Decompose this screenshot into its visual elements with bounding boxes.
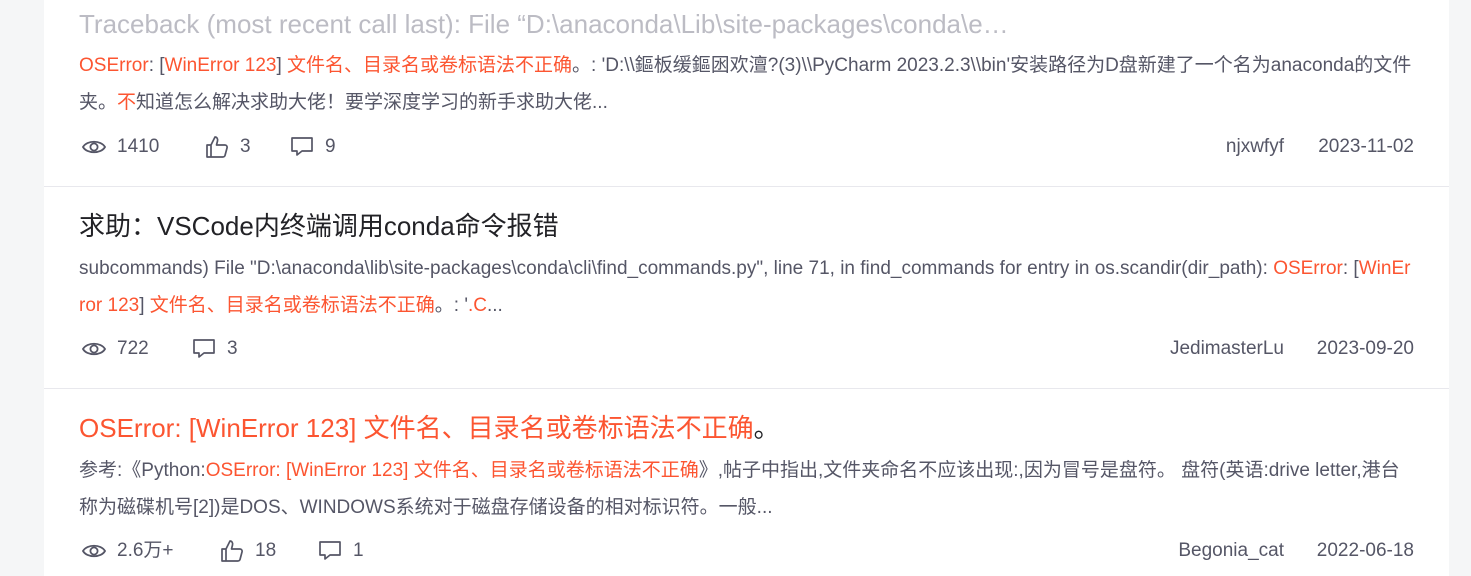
author-link[interactable]: JedimasterLu (1170, 334, 1284, 364)
keyword-highlight: 文件名、目录名或卷标语法不正确 (287, 55, 573, 76)
comment-icon (317, 538, 343, 564)
comment-icon (289, 134, 315, 160)
search-results-panel: Traceback (most recent call last): File … (44, 0, 1449, 576)
keyword-highlight: OSError (1273, 258, 1343, 279)
result-meta: 722 3 JedimasterLu 2023-09-20 (79, 334, 1414, 364)
keyword-highlight: OSError (79, 55, 149, 76)
result-meta: 2.6万+ 18 1 Begonia_cat 2022-06-18 (79, 536, 1414, 566)
snippet-text: ... (486, 295, 503, 316)
post-date: 2023-09-20 (1316, 338, 1414, 359)
result-item[interactable]: 求助：VSCode内终端调用conda命令报错 subcommands) Fil… (44, 187, 1449, 388)
author-link[interactable]: Begonia_cat (1178, 536, 1284, 566)
result-title[interactable]: Traceback (most recent call last): File … (79, 7, 1009, 41)
comment-button[interactable]: 1 (317, 536, 364, 566)
result-snippet: subcommands) File "D:\anaconda\lib\site-… (79, 250, 1415, 324)
view-count: 1410 (81, 132, 159, 162)
result-item[interactable]: OSError: [WinError 123] 文件名、目录名或卷标语法不正确。… (44, 389, 1449, 576)
result-snippet: 参考:《Python:OSError: [WinError 123] 文件名、目… (79, 452, 1415, 526)
eye-icon (81, 336, 107, 362)
keyword-highlight: OSError: [WinError 123] 文件名、目录名或卷标语法不正确 (205, 460, 699, 481)
snippet-text: 。: ' (434, 295, 468, 316)
snippet-text: 知道怎么解决求助大佬！要学深度学习的新手求助大佬... (136, 92, 608, 113)
title-highlight: OSError: [WinError 123] 文件名、目录名或卷标语法不正确 (79, 413, 754, 443)
keyword-highlight: .C (467, 295, 487, 316)
snippet-text: : [ (1342, 258, 1359, 279)
result-title[interactable]: 求助：VSCode内终端调用conda命令报错 (79, 209, 559, 243)
like-button[interactable]: 18 (219, 536, 276, 566)
post-date: 2022-06-18 (1316, 540, 1414, 561)
eye-icon (81, 134, 107, 160)
result-item[interactable]: Traceback (most recent call last): File … (44, 0, 1449, 186)
comment-button[interactable]: 9 (289, 132, 336, 162)
keyword-highlight: 不 (117, 92, 137, 113)
snippet-text: ] (139, 295, 150, 316)
result-meta: 1410 3 9 njxwfyf 2023-11-02 (79, 132, 1414, 162)
author-link[interactable]: njxwfyf (1226, 132, 1284, 162)
post-date: 2023-11-02 (1318, 136, 1414, 157)
keyword-highlight: WinError 123 (164, 55, 277, 76)
result-snippet: OSError: [WinError 123] 文件名、目录名或卷标语法不正确。… (79, 47, 1415, 121)
comment-button[interactable]: 3 (191, 334, 238, 364)
view-count: 722 (81, 334, 149, 364)
snippet-text: subcommands) File "D:\anaconda\lib\site-… (79, 258, 1274, 279)
comment-icon (191, 336, 217, 362)
result-title[interactable]: OSError: [WinError 123] 文件名、目录名或卷标语法不正确。 (79, 411, 780, 445)
snippet-text: : [ (148, 55, 165, 76)
like-button[interactable]: 3 (204, 132, 251, 162)
view-count: 2.6万+ (81, 536, 174, 566)
eye-icon (81, 538, 107, 564)
snippet-text: 参考:《Python: (79, 460, 206, 481)
keyword-highlight: 文件名、目录名或卷标语法不正确 (149, 295, 435, 316)
thumbs-up-icon (219, 538, 245, 564)
snippet-text: ] (276, 55, 288, 76)
thumbs-up-icon (204, 134, 230, 160)
